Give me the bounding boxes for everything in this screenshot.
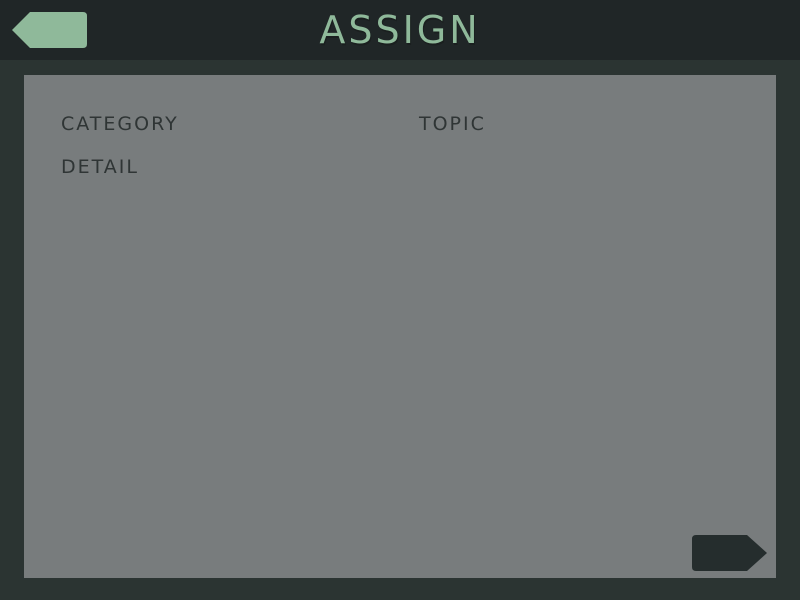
assign-panel: CATEGORY TOPIC DETAIL [24, 75, 776, 578]
detail-field-label[interactable]: DETAIL [61, 155, 139, 179]
page-title: ASSIGN [319, 8, 481, 52]
next-button[interactable] [691, 534, 769, 572]
topic-field-label[interactable]: TOPIC [419, 112, 486, 136]
category-field-label[interactable]: CATEGORY [61, 112, 179, 136]
next-arrow-icon [692, 535, 767, 571]
header-bar: ASSIGN [0, 0, 800, 60]
